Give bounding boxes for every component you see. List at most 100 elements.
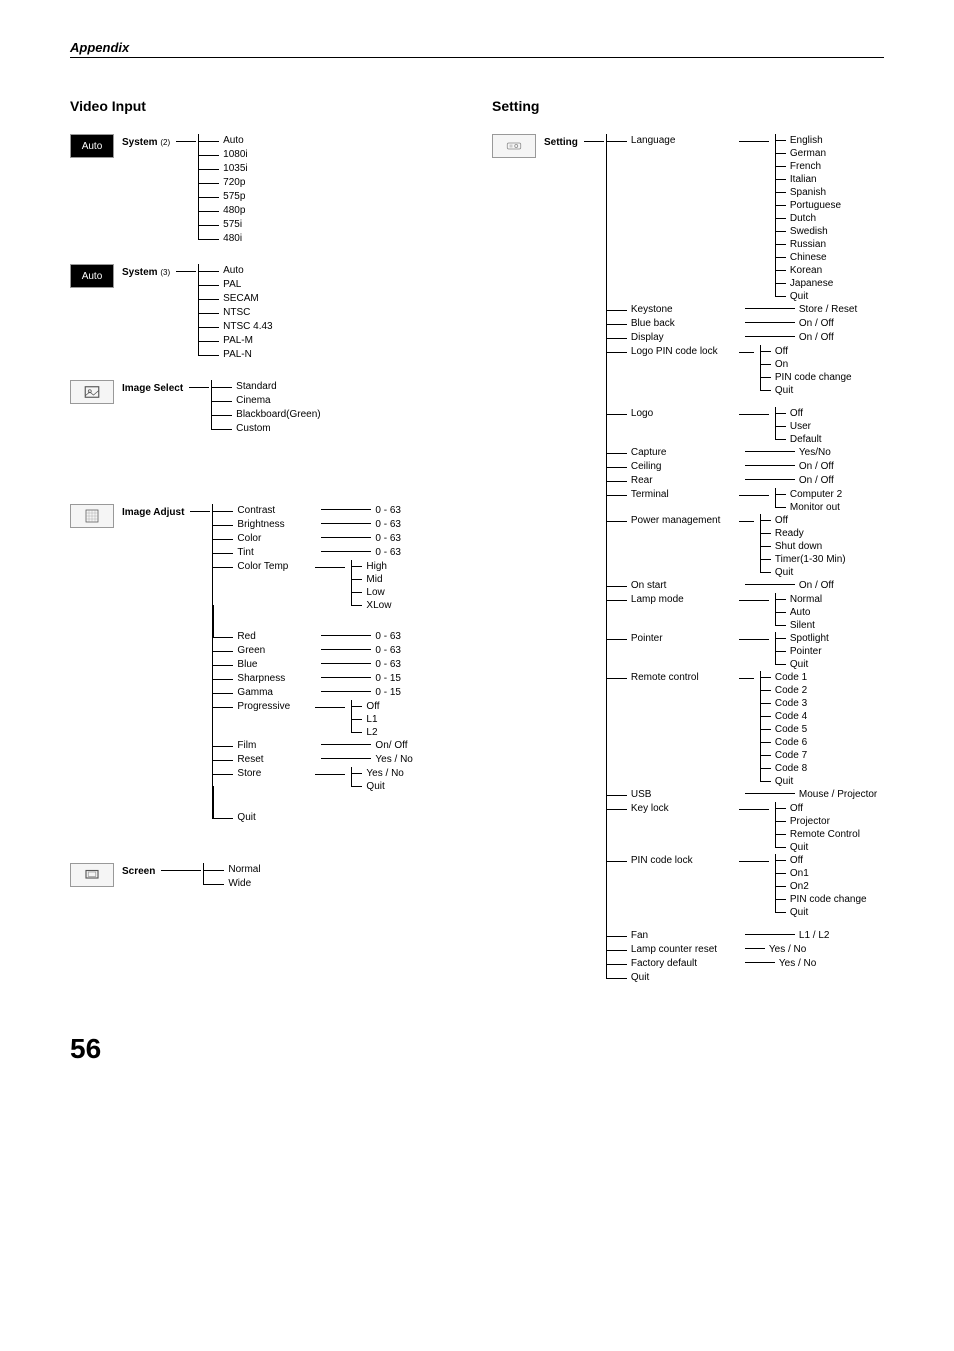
list-item: KeystoneStore / Reset [621, 303, 877, 317]
list-item: Monitor out [784, 501, 842, 514]
list-item: Computer 2 [784, 488, 842, 501]
list-item: Normal [784, 593, 822, 606]
lamp-mode-item: Lamp mode Normal Auto Silent [621, 593, 877, 632]
language-item: Language English German French Italian S… [621, 134, 877, 303]
list-item: Mid [360, 573, 391, 586]
list-item: Low [360, 586, 391, 599]
terminal-item: Terminal Computer 2 Monitor out [621, 488, 877, 514]
list-item: Off [784, 407, 822, 420]
list-item: Blue0 - 63 [227, 658, 412, 672]
list-item: L2 [360, 726, 379, 739]
image-adjust-block: Image Adjust Contrast0 - 63 Brightness0 … [70, 504, 462, 825]
list-item: Wide [218, 877, 260, 891]
list-item: NTSC 4.43 [213, 320, 272, 334]
list-item: User [784, 420, 822, 433]
list-item: Color0 - 63 [227, 532, 412, 546]
list-item: Off [784, 802, 860, 815]
pin-code-item: PIN code lock Off On1 On2 PIN code chang… [621, 854, 877, 919]
list-item: Quit [784, 658, 829, 671]
pointer-item: Pointer Spotlight Pointer Quit [621, 632, 877, 671]
list-item: Quit [784, 290, 841, 303]
list-item: Standard [226, 380, 320, 394]
video-input-title: Video Input [70, 98, 462, 114]
setting-title: Setting [492, 98, 884, 114]
screen-icon [70, 863, 114, 887]
list-item: Auto [213, 134, 247, 148]
system3-tree: Auto PAL SECAM NTSC NTSC 4.43 PAL-M PAL-… [198, 264, 272, 362]
system3-block: Auto System (3) Auto PAL SECAM NTSC NTSC… [70, 264, 462, 362]
list-item: Default [784, 433, 822, 446]
list-item: RearOn / Off [621, 474, 877, 488]
image-select-icon [70, 380, 114, 404]
list-item: Code 5 [769, 723, 807, 736]
list-item: Korean [784, 264, 841, 277]
color-temp-item: Color Temp High Mid Low XLow [227, 560, 412, 612]
setting-root-label: Setting [544, 137, 578, 148]
list-item: PAL [213, 278, 272, 292]
list-item: 575p [213, 190, 247, 204]
list-item: Russian [784, 238, 841, 251]
list-item: High [360, 560, 391, 573]
image-select-label: Image Select [122, 383, 183, 394]
list-item: XLow [360, 599, 391, 612]
list-item: Dutch [784, 212, 841, 225]
list-item: Code 2 [769, 684, 807, 697]
list-item: Swedish [784, 225, 841, 238]
list-item: PIN code change [784, 893, 867, 906]
list-item: Quit [360, 780, 403, 793]
list-item: Off [360, 700, 379, 713]
list-item: Code 8 [769, 762, 807, 775]
system3-icon: Auto [70, 264, 114, 288]
list-item: SECAM [213, 292, 272, 306]
list-item: Cinema [226, 394, 320, 408]
list-item: Normal [218, 863, 260, 877]
list-item: Quit [784, 841, 860, 854]
list-item: Green0 - 63 [227, 644, 412, 658]
list-item: Brightness0 - 63 [227, 518, 412, 532]
list-item: Code 7 [769, 749, 807, 762]
list-item: Portuguese [784, 199, 841, 212]
setting-block: Setting Language English German French I… [492, 134, 884, 985]
list-item: On [769, 358, 852, 371]
key-lock-item: Key lock Off Projector Remote Control Qu… [621, 802, 877, 854]
system3-label: System (3) [122, 267, 170, 278]
list-item: Off [769, 345, 852, 358]
list-item: Quit [784, 906, 867, 919]
list-item: Quit [769, 775, 807, 788]
list-item: 1080i [213, 148, 247, 162]
list-item: Code 1 [769, 671, 807, 684]
list-item: 480i [213, 232, 247, 246]
list-item: L1 [360, 713, 379, 726]
image-select-block: Image Select Standard Cinema Blackboard(… [70, 380, 462, 436]
list-item: On1 [784, 867, 867, 880]
list-item: Quit [227, 811, 412, 825]
list-item: Red0 - 63 [227, 630, 412, 644]
list-item: USBMouse / Projector [621, 788, 877, 802]
list-item: On startOn / Off [621, 579, 877, 593]
list-item: Code 3 [769, 697, 807, 710]
image-adjust-label: Image Adjust [122, 507, 184, 518]
list-item: German [784, 147, 841, 160]
list-item: Remote Control [784, 828, 860, 841]
list-item: CeilingOn / Off [621, 460, 877, 474]
list-item: Timer(1-30 Min) [769, 553, 846, 566]
screen-label: Screen [122, 866, 155, 877]
list-item: Quit [769, 384, 852, 397]
list-item: Pointer [784, 645, 829, 658]
list-item: Chinese [784, 251, 841, 264]
list-item: On2 [784, 880, 867, 893]
system2-tree: Auto 1080i 1035i 720p 575p 480p 575i 480… [198, 134, 247, 246]
store-item: Store Yes / No Quit [227, 767, 412, 793]
list-item: Tint0 - 63 [227, 546, 412, 560]
list-item: PAL-M [213, 334, 272, 348]
list-item: Ready [769, 527, 846, 540]
system2-block: Auto System (2) Auto 1080i 1035i 720p 57… [70, 134, 462, 246]
list-item: Off [769, 514, 846, 527]
list-item: CaptureYes/No [621, 446, 877, 460]
list-item: DisplayOn / Off [621, 331, 877, 345]
screen-block: Screen Normal Wide [70, 863, 462, 891]
system2-icon: Auto [70, 134, 114, 158]
setting-tree: Language English German French Italian S… [606, 134, 877, 985]
header-rule [70, 57, 884, 58]
list-item: Factory defaultYes / No [621, 957, 877, 971]
